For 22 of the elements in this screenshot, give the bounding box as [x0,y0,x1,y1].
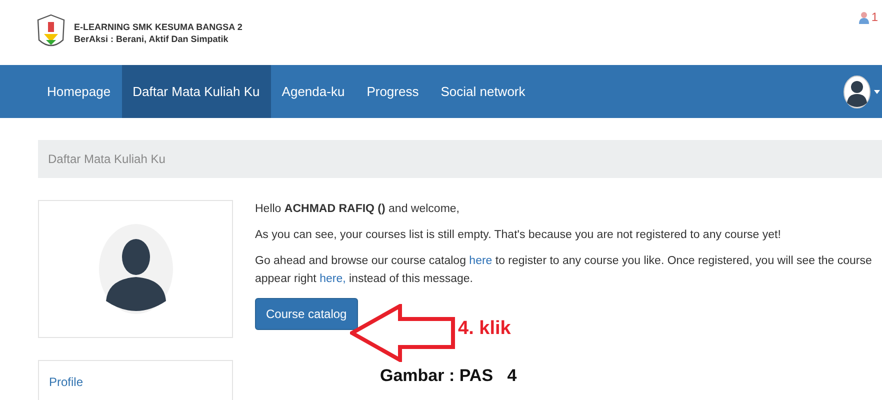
step-annotation: 4. klik [458,318,511,340]
browse-text: Go ahead and browse our course catalog here to register to any course you like. Once registered, you will see the course appear right here, instead of this message. [255,254,873,287]
site-title: E-LEARNING SMK KESUMA BANGSA 2 [74,22,242,32]
nav-tab[interactable]: Daftar Mata Kuliah Ku [122,65,271,118]
empty-notice: As you can see, your courses list is still empty. That's because you are not registered to any course yet! [255,228,782,243]
figure-caption: Gambar : PAS 4 [380,366,517,386]
here-link[interactable]: here [469,255,492,267]
user-icon [859,10,870,24]
profile-panel[interactable]: Profile [38,360,233,400]
avatar-silhouette-icon [98,223,174,315]
nav-tab[interactable]: Homepage [36,65,122,118]
caret-icon[interactable] [874,90,880,94]
site-motto: BerAksi : Berani, Aktif Dan Simpatik [74,34,230,44]
nav-tab[interactable]: Agenda-ku [270,65,356,118]
course-catalog-button[interactable]: Course catalog [255,298,358,330]
here-link[interactable]: here, [320,273,346,285]
notification-count: 1 [871,10,878,24]
nav-tab[interactable]: Progress [356,65,430,118]
greeting-text: Hello ACHMAD RAFIQ () and welcome, [255,202,460,217]
avatar-icon[interactable] [843,75,871,109]
breadcrumb: Daftar Mata Kuliah Ku [38,140,882,178]
nav-tab[interactable]: Social network [430,65,536,118]
